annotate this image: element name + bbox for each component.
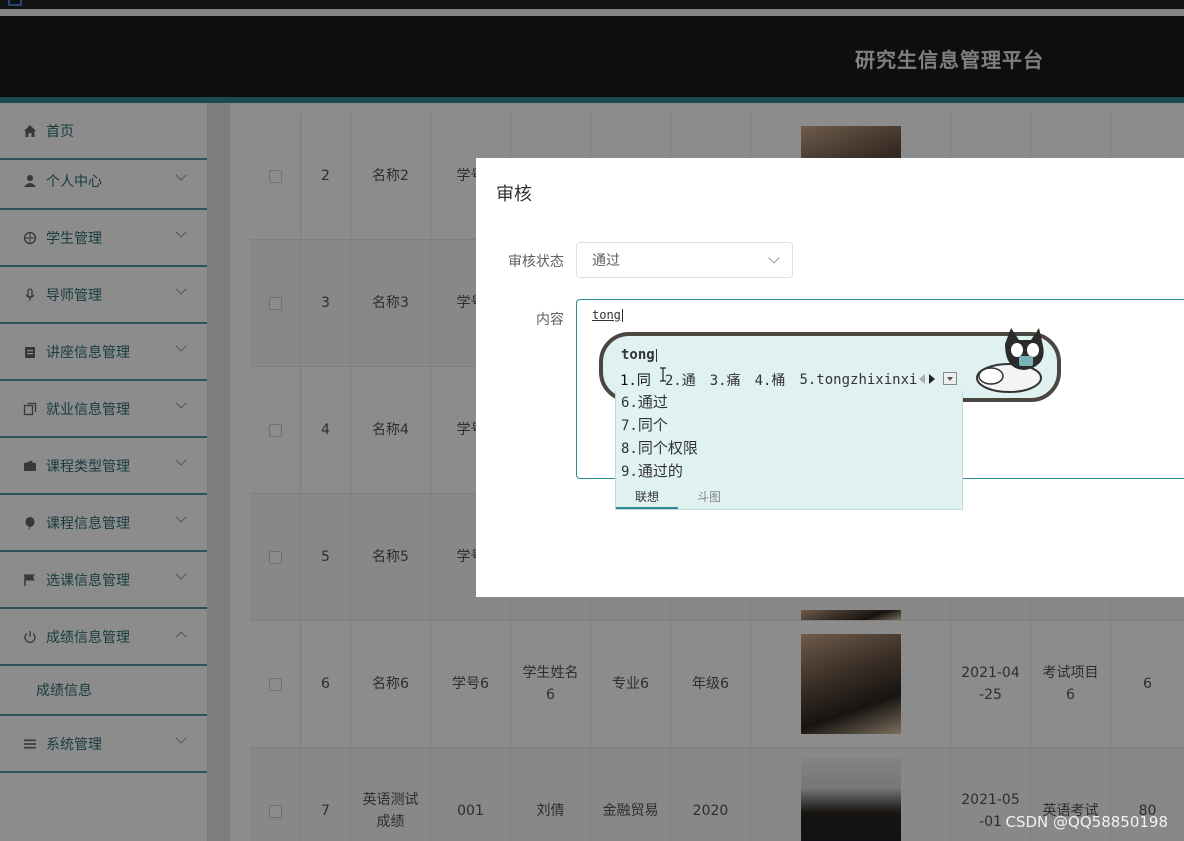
ime-candidate[interactable]: 4.桶	[755, 370, 786, 390]
ime-candidate[interactable]: 1.同	[620, 370, 651, 390]
ime-list-item[interactable]: 7.同个	[621, 414, 668, 437]
status-select[interactable]: 通过	[576, 242, 793, 278]
ime-candidate[interactable]: 5.tongzhixinxi	[799, 372, 917, 388]
ime-list-item[interactable]: 6.通过	[621, 391, 668, 414]
ime-prev-page-icon[interactable]	[919, 373, 925, 384]
ime-list-item[interactable]: 9.通过的	[621, 460, 683, 483]
ime-next-page-icon[interactable]	[929, 373, 935, 384]
ime-candidate-list: 6.通过 7.同个 8.同个权限 9.通过的 联想 斗图	[615, 391, 963, 510]
ime-expand-icon[interactable]	[943, 372, 957, 385]
content-label: 内容	[536, 312, 564, 328]
ime-caret	[655, 348, 657, 362]
ime-page-controls	[919, 372, 957, 385]
mouse-ibeam-cursor-icon	[660, 367, 666, 382]
watermark: CSDN @QQ58850198	[1005, 813, 1169, 831]
ime-tab-stickers[interactable]: 斗图	[678, 487, 740, 509]
content-text: tong	[592, 308, 621, 322]
cat-mascot-icon	[976, 328, 1044, 393]
dialog-title: 审核	[496, 184, 532, 205]
ime-candidate[interactable]: 2.通	[665, 370, 696, 390]
status-select-value: 通过	[592, 253, 620, 269]
ime-tabs: 联想 斗图	[616, 487, 962, 509]
text-caret	[621, 309, 623, 322]
ime-tab-association[interactable]: 联想	[616, 487, 678, 509]
ime-candidate[interactable]: 3.痛	[710, 370, 741, 390]
status-label: 审核状态	[508, 254, 564, 270]
chevron-down-icon	[768, 252, 780, 264]
ime-pinyin: tong	[621, 347, 657, 363]
ime-list-item[interactable]: 8.同个权限	[621, 437, 698, 460]
